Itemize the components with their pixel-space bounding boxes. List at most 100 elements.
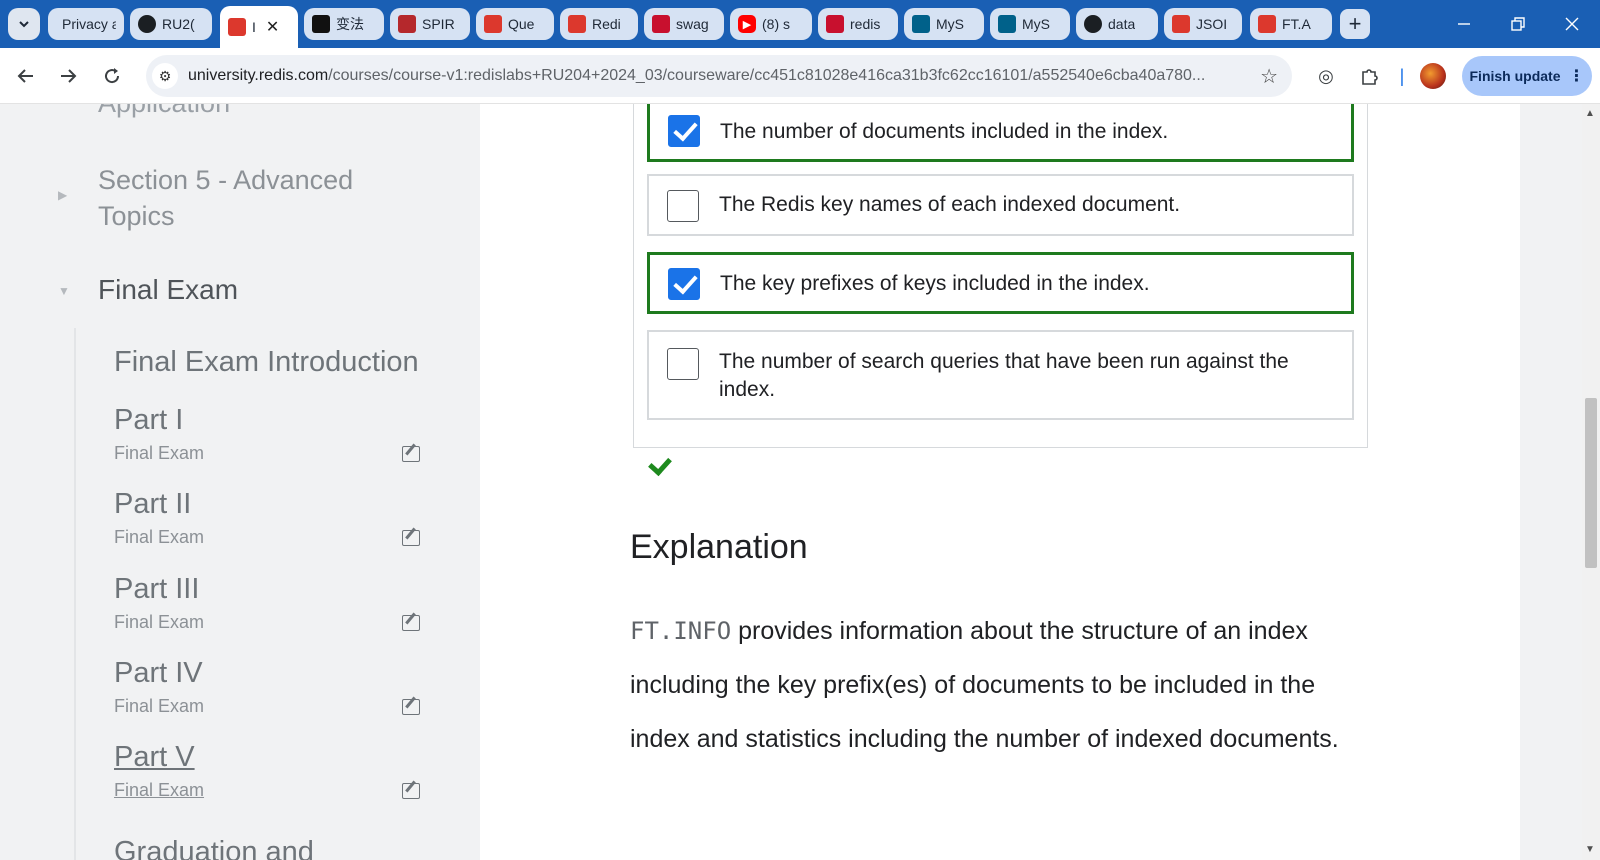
checkbox[interactable] [667,348,699,380]
checkbox[interactable] [667,190,699,222]
outline-item-cut[interactable]: Application [98,104,230,119]
page-content: Application ▶ Section 5 - Advanced Topic… [0,104,1600,860]
tab-title: data [1108,16,1136,32]
tab-9[interactable]: redis [818,8,898,40]
tab-title: Privacy a [62,16,116,32]
tab-7[interactable]: swag [644,8,724,40]
choice-1[interactable]: The Redis key names of each indexed docu… [647,174,1354,236]
forward-button[interactable] [52,60,84,92]
close-window-button[interactable] [1546,0,1598,48]
checkbox[interactable] [668,268,700,300]
reading-mode-icon[interactable]: ◎ [1312,62,1340,90]
edit-icon [402,530,420,546]
tab-3[interactable]: 变法 [304,8,384,40]
caret-right-icon: ▶ [58,188,68,202]
tab-4[interactable]: SPIR [390,8,470,40]
outline-divider [74,328,76,860]
outline-unit-part-2[interactable]: Part II Final Exam [114,488,434,548]
explanation-text: provides information about the structure… [630,617,1339,753]
back-button[interactable] [10,60,42,92]
unit-title: Part II [114,488,192,520]
chatbot-icon [312,15,330,33]
arrow-right-icon [61,69,77,83]
minimize-icon [1458,23,1470,25]
edit-icon [402,615,420,631]
chevron-down-icon [19,21,29,28]
close-icon[interactable]: ✕ [266,17,279,37]
edit-icon [402,699,420,715]
outline-unit-part-1[interactable]: Part I Final Exam [114,404,434,464]
explanation-heading: Explanation [630,528,808,566]
unit-subtitle: Final Exam [114,443,205,463]
restore-button[interactable] [1492,0,1544,48]
github-icon [138,15,156,33]
choice-3[interactable]: The number of search queries that have b… [647,330,1354,420]
choice-0[interactable]: The number of documents included in the … [647,104,1354,162]
outline-unit-part-5-current[interactable]: Part V Final Exam [114,741,434,801]
explanation-body: FT.INFO provides information about the s… [630,604,1350,766]
browser-toolbar: ⚙ university.redis.com/courses/course-v1… [0,48,1600,104]
finish-update-button[interactable]: Finish update ⋮ [1462,56,1592,96]
unit-subtitle: Final Exam [114,612,205,632]
n-logo-icon [826,15,844,33]
finish-update-label: Finish update [1469,68,1561,84]
tab-2-active[interactable]: I ✕ [220,6,298,48]
tab-title: MyS [936,16,964,32]
unit-subtitle: Final Exam [114,696,205,716]
tab-0[interactable]: Privacy a [48,8,124,40]
extensions-puzzle-icon[interactable] [1356,62,1384,90]
unit-title: Part V [114,741,195,773]
outline-unit-graduation[interactable]: Graduation and [114,836,434,860]
scrollbar-thumb[interactable] [1585,398,1597,568]
outline-unit-intro[interactable]: Final Exam Introduction [114,346,419,379]
tab-title: Que [508,16,535,32]
address-bar[interactable]: ⚙ university.redis.com/courses/course-v1… [146,55,1292,97]
outline-section-final-exam[interactable]: Final Exam [98,274,238,306]
choice-2[interactable]: The key prefixes of keys included in the… [647,252,1354,314]
edit-icon [402,446,420,462]
right-margin [1520,104,1582,860]
unit-subtitle: Final Exam [114,527,205,547]
tab-10[interactable]: MyS [904,8,984,40]
outline-section-5[interactable]: Section 5 - Advanced Topics [98,162,428,234]
tab-title: Redi [592,16,621,32]
bookmark-star-icon[interactable]: ☆ [1260,64,1278,89]
mysql-icon [998,15,1016,33]
scroll-down-arrow-icon[interactable]: ▼ [1585,844,1595,855]
n-logo-icon [652,15,670,33]
tab-5[interactable]: Que [476,8,554,40]
tab-11[interactable]: MyS [990,8,1070,40]
reload-icon [105,68,120,84]
scroll-up-arrow-icon[interactable]: ▲ [1585,108,1595,119]
new-tab-button[interactable]: + [1340,9,1370,39]
url-text[interactable]: university.redis.com/courses/course-v1:r… [188,67,1248,85]
tab-1[interactable]: RU2( [130,8,212,40]
browser-tab-strip: Privacy a RU2( I ✕ 变法 SPIR Que Redi swag… [0,0,1600,48]
outline-unit-part-4[interactable]: Part IV Final Exam [114,657,434,717]
tab-8[interactable]: ▶ (8) s [730,8,812,40]
choice-label: The key prefixes of keys included in the… [720,272,1150,295]
outline-unit-part-3[interactable]: Part III Final Exam [114,573,434,633]
explanation-code: FT.INFO [630,617,732,645]
minimize-button[interactable] [1438,0,1490,48]
tab-6[interactable]: Redi [560,8,638,40]
tab-14[interactable]: FT.A [1250,8,1332,40]
checkbox[interactable] [668,115,700,147]
tab-search-button[interactable] [8,8,40,40]
tab-title: I [252,19,256,35]
profile-avatar[interactable] [1420,63,1446,89]
tab-title: 变法 [336,16,364,32]
more-vert-icon[interactable]: ⋮ [1569,66,1585,86]
unit-title: Graduation and [114,836,314,860]
tab-12[interactable]: data [1076,8,1158,40]
unit-title: Part I [114,404,184,436]
edit-icon [402,783,420,799]
tab-title: swag [676,16,709,32]
choice-label: The Redis key names of each indexed docu… [719,193,1181,216]
tab-title: redis [850,16,881,32]
mysql-icon [912,15,930,33]
reload-button[interactable] [96,60,128,92]
site-info-icon[interactable]: ⚙ [152,63,178,89]
tab-title: MyS [1022,16,1050,32]
tab-13[interactable]: JSOI [1164,8,1242,40]
